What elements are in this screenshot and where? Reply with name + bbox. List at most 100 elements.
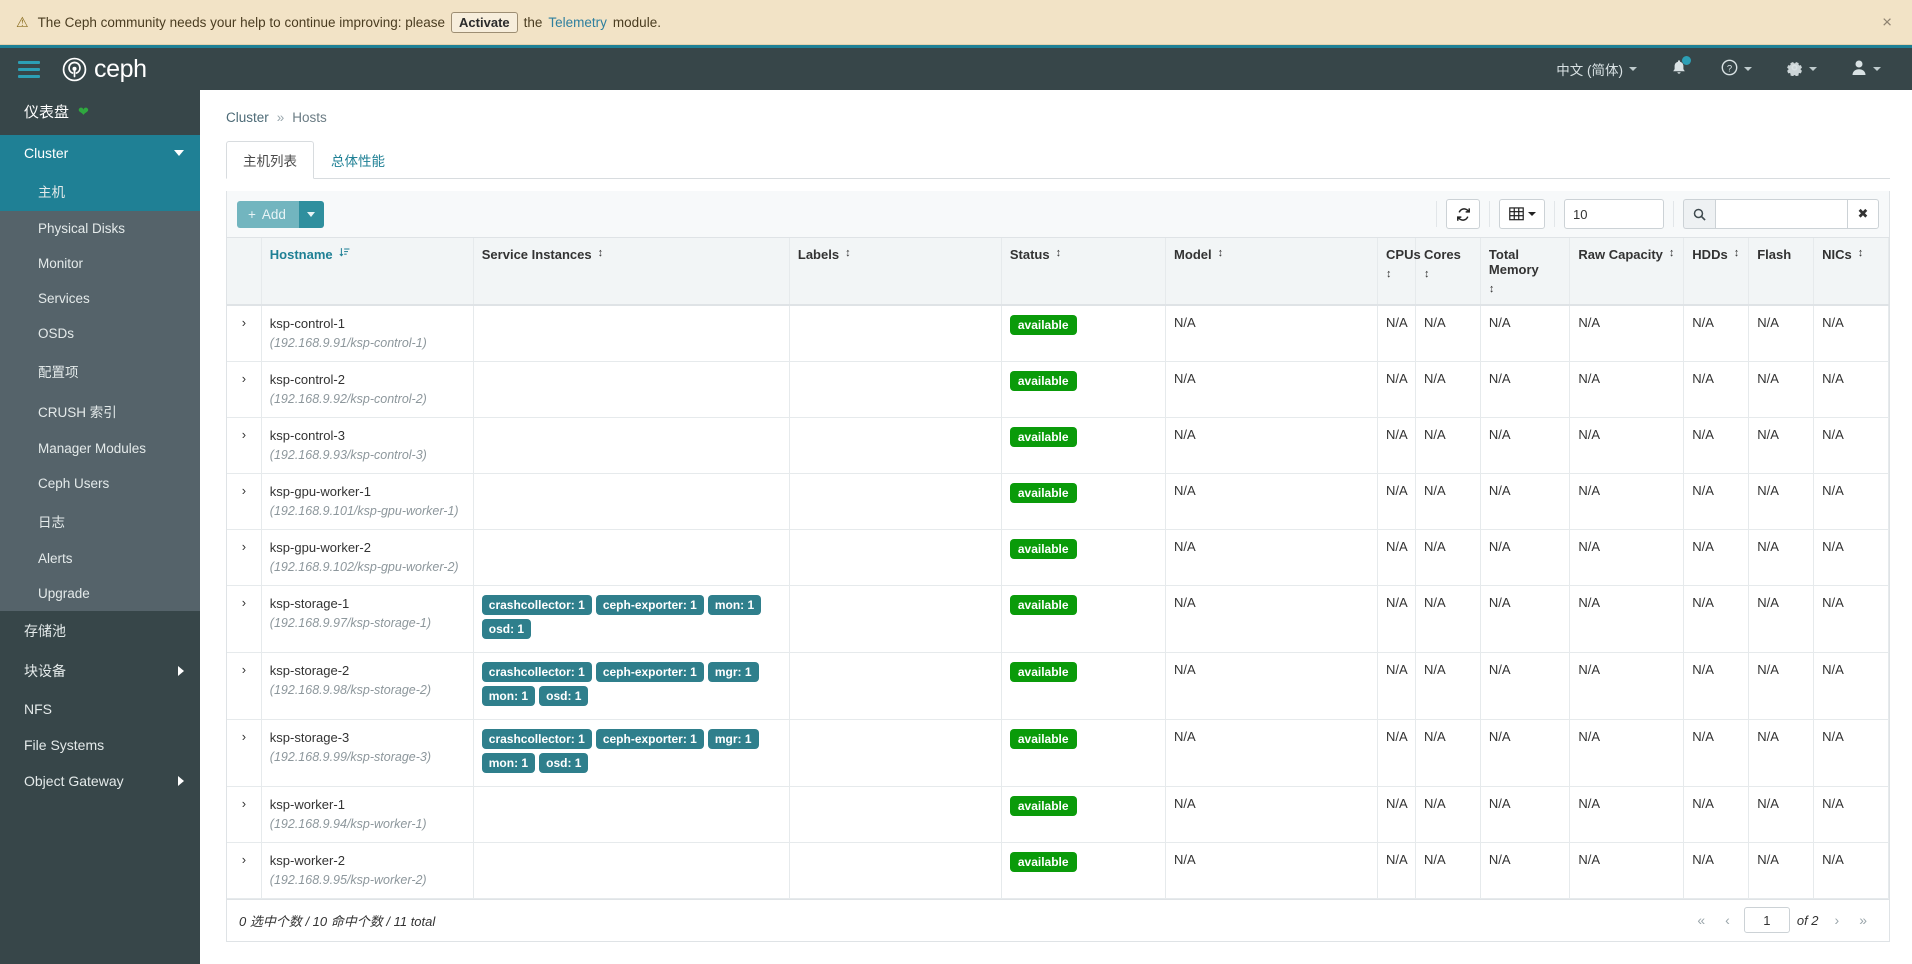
- prev-page-button[interactable]: ‹: [1715, 912, 1740, 928]
- table-row[interactable]: › ksp-control-2 (192.168.9.92/ksp-control-…: [227, 361, 1889, 419]
- cell-cores: N/A: [1415, 652, 1481, 720]
- row-expand-icon[interactable]: ›: [227, 305, 262, 363]
- sidebar-item-label: 仪表盘: [24, 104, 70, 121]
- ceph-logo[interactable]: ceph: [62, 56, 147, 82]
- telemetry-link[interactable]: Telemetry: [548, 15, 607, 30]
- row-expand-icon[interactable]: ›: [227, 529, 262, 586]
- tab-overall-performance[interactable]: 总体性能: [314, 141, 402, 179]
- language-selector[interactable]: 中文 (简体): [1539, 48, 1654, 90]
- sidebar-item-hosts[interactable]: 主机: [0, 171, 200, 211]
- sidebar-item-pools[interactable]: 存储池: [0, 611, 200, 651]
- service-badge[interactable]: osd: 1: [539, 685, 589, 706]
- service-badge[interactable]: crashcollector: 1: [481, 661, 592, 682]
- column-header-cpus[interactable]: CPUs ↕: [1377, 238, 1421, 307]
- column-header-service-instances[interactable]: Service Instances ↕: [473, 238, 790, 307]
- sidebar-item-crush-map[interactable]: CRUSH 索引: [0, 391, 200, 431]
- sidebar-item-services[interactable]: Services: [0, 281, 200, 316]
- column-label: Flash: [1757, 247, 1792, 262]
- tab-host-list[interactable]: 主机列表: [226, 141, 314, 179]
- breadcrumb-hosts[interactable]: Hosts: [292, 110, 327, 125]
- sidebar-item-alerts[interactable]: Alerts: [0, 541, 200, 576]
- page-number-input[interactable]: [1743, 907, 1790, 934]
- column-label: CPUs: [1386, 247, 1421, 262]
- add-host-dropdown-button[interactable]: [298, 200, 324, 228]
- column-header-raw-capacity[interactable]: Raw Capacity ↕: [1569, 238, 1685, 307]
- table-row[interactable]: › ksp-worker-1 (192.168.9.94/ksp-worker-1)…: [227, 786, 1889, 843]
- table-row[interactable]: › ksp-storage-2 (192.168.9.98/ksp-storage-…: [227, 652, 1889, 720]
- sidebar-item-osds[interactable]: OSDs: [0, 316, 200, 351]
- sidebar-item-ceph-users[interactable]: Ceph Users: [0, 466, 200, 501]
- sidebar-item-block[interactable]: 块设备: [0, 651, 200, 691]
- sidebar-item-manager-modules[interactable]: Manager Modules: [0, 431, 200, 466]
- breadcrumb-cluster[interactable]: Cluster: [226, 110, 269, 125]
- column-selector-button[interactable]: [1499, 199, 1545, 229]
- search-input[interactable]: [1715, 199, 1847, 229]
- row-expand-icon[interactable]: ›: [227, 786, 262, 843]
- sidebar-item-dashboard[interactable]: 仪表盘 ❤: [0, 90, 200, 135]
- sidebar-item-cluster[interactable]: Cluster: [0, 135, 200, 171]
- table-row[interactable]: › ksp-storage-3 (192.168.9.99/ksp-storage-…: [227, 719, 1889, 787]
- column-header-total-memory[interactable]: Total Memory ↕: [1480, 238, 1571, 307]
- column-header-nics[interactable]: NICs ↕: [1813, 238, 1889, 307]
- service-badge[interactable]: ceph-exporter: 1: [595, 661, 704, 682]
- service-badge[interactable]: osd: 1: [481, 618, 532, 639]
- row-expand-icon[interactable]: ›: [227, 652, 262, 720]
- last-page-button[interactable]: »: [1849, 912, 1877, 928]
- sidebar-item-monitor[interactable]: Monitor: [0, 246, 200, 281]
- column-header-flash[interactable]: Flash: [1748, 238, 1815, 307]
- chevron-down-icon: [1873, 67, 1881, 71]
- column-header-hdds[interactable]: HDDs ↕: [1683, 238, 1750, 307]
- table-row[interactable]: › ksp-worker-2 (192.168.9.95/ksp-worker-2)…: [227, 842, 1889, 899]
- table-row[interactable]: › ksp-control-1 (192.168.9.91/ksp-control-…: [227, 305, 1889, 363]
- row-expand-icon[interactable]: ›: [227, 361, 262, 419]
- hamburger-menu-icon[interactable]: [18, 60, 40, 78]
- sidebar-item-file-systems[interactable]: File Systems: [0, 727, 200, 763]
- help-menu[interactable]: ?: [1704, 48, 1769, 90]
- column-label: Hostname: [269, 247, 333, 262]
- column-header-hostname[interactable]: Hostname: [261, 238, 474, 307]
- column-header-cores[interactable]: Cores ↕: [1415, 238, 1481, 307]
- user-menu[interactable]: [1834, 48, 1898, 90]
- table-row[interactable]: › ksp-storage-1 (192.168.9.97/ksp-storage-…: [227, 585, 1889, 653]
- add-host-button[interactable]: + Add: [237, 200, 299, 228]
- settings-menu[interactable]: [1769, 48, 1834, 90]
- service-badge[interactable]: mon: 1: [481, 685, 536, 706]
- refresh-button[interactable]: [1446, 199, 1480, 229]
- service-badge[interactable]: osd: 1: [539, 752, 589, 773]
- service-badge[interactable]: mon: 1: [481, 752, 536, 773]
- clear-search-button[interactable]: ✖: [1847, 199, 1879, 229]
- cell-service-instances: [473, 305, 790, 363]
- service-badge[interactable]: mgr: 1: [707, 661, 759, 682]
- sidebar-item-logs[interactable]: 日志: [0, 501, 200, 541]
- service-badge[interactable]: mgr: 1: [707, 728, 759, 749]
- service-badge[interactable]: crashcollector: 1: [481, 594, 592, 615]
- column-header-status[interactable]: Status ↕: [1001, 238, 1167, 307]
- service-badge[interactable]: ceph-exporter: 1: [595, 728, 704, 749]
- sidebar-item-upgrade[interactable]: Upgrade: [0, 576, 200, 611]
- activate-telemetry-button[interactable]: Activate: [451, 11, 518, 33]
- cell-hdds: N/A: [1683, 652, 1750, 720]
- row-expand-icon[interactable]: ›: [227, 585, 262, 653]
- sidebar-item-physical-disks[interactable]: Physical Disks: [0, 211, 200, 246]
- sidebar-item-nfs[interactable]: NFS: [0, 691, 200, 727]
- table-row[interactable]: › ksp-gpu-worker-2 (192.168.9.102/ksp-gpu-…: [227, 529, 1889, 586]
- row-expand-icon[interactable]: ›: [227, 719, 262, 787]
- row-expand-icon[interactable]: ›: [227, 473, 262, 530]
- service-badge[interactable]: crashcollector: 1: [481, 728, 592, 749]
- next-page-button[interactable]: ›: [1825, 912, 1850, 928]
- service-badge[interactable]: mon: 1: [707, 594, 762, 615]
- row-expand-icon[interactable]: ›: [227, 842, 262, 899]
- sidebar-item-configuration[interactable]: 配置项: [0, 351, 200, 391]
- notifications-button[interactable]: [1654, 48, 1704, 90]
- close-icon[interactable]: ×: [1876, 13, 1898, 32]
- service-badge[interactable]: ceph-exporter: 1: [595, 594, 704, 615]
- cell-labels: [789, 417, 1002, 474]
- table-row[interactable]: › ksp-gpu-worker-1 (192.168.9.101/ksp-gpu-…: [227, 473, 1889, 530]
- sidebar-item-object-gateway[interactable]: Object Gateway: [0, 763, 200, 799]
- table-row[interactable]: › ksp-control-3 (192.168.9.93/ksp-control-…: [227, 417, 1889, 474]
- page-size-input[interactable]: [1564, 199, 1664, 229]
- row-expand-icon[interactable]: ›: [227, 417, 262, 474]
- column-header-model[interactable]: Model ↕: [1165, 238, 1379, 307]
- first-page-button[interactable]: «: [1687, 912, 1715, 928]
- column-header-labels[interactable]: Labels ↕: [789, 238, 1002, 307]
